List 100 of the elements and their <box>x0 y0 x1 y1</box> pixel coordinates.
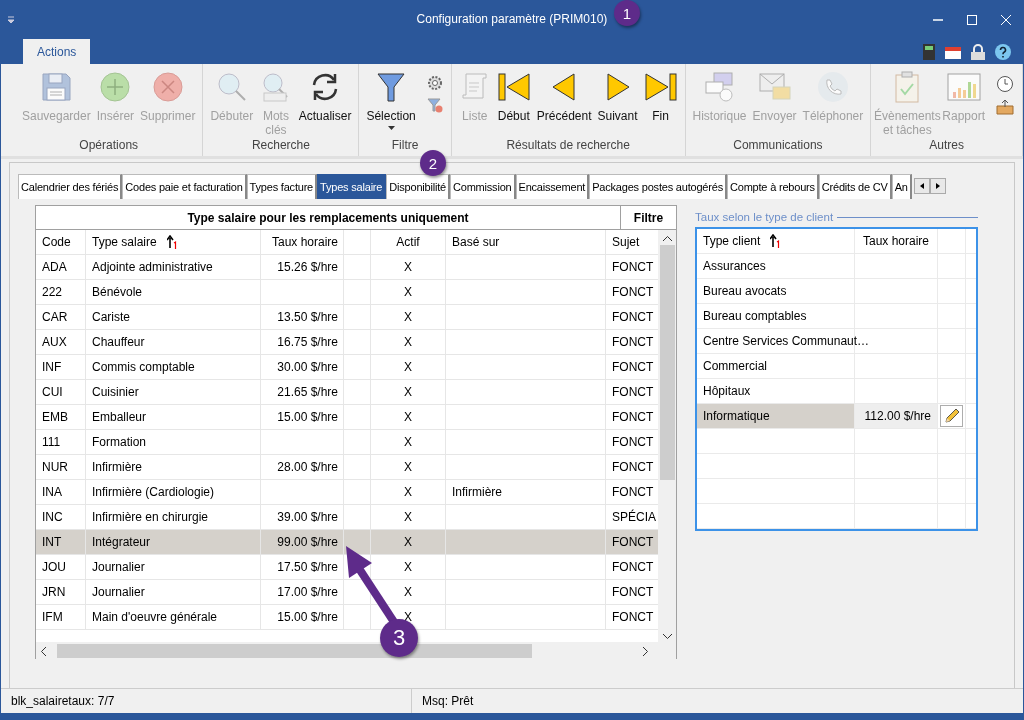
ribbon-button[interactable]: Précédent <box>533 71 595 123</box>
table-row[interactable]: IFM Main d'oeuvre générale 15.00 $/hre X FONCT <box>36 605 658 630</box>
quick-access-menu-icon[interactable] <box>7 16 15 24</box>
table-cell: FONCT <box>612 535 654 549</box>
column-header[interactable]: Code <box>36 230 86 254</box>
table-row[interactable]: ADA Adjointe administrative 15.26 $/hre X FONCT <box>36 255 658 280</box>
column-header[interactable]: Type salaire <box>86 230 261 254</box>
table-row[interactable]: CUI Cuisinier 21.65 $/hre X FONCT <box>36 380 658 405</box>
table-row[interactable]: Bureau avocats <box>697 279 976 304</box>
tab[interactable]: An <box>891 174 912 199</box>
table-cell: Formation <box>92 435 147 449</box>
tab[interactable]: Encaissement <box>515 174 590 199</box>
ribbon-button[interactable]: Actualiser <box>295 71 355 123</box>
table-row[interactable]: 111 Formation X FONCT <box>36 430 658 455</box>
table-row[interactable]: INT Intégrateur 99.00 $/hre X FONCT <box>36 530 658 555</box>
table-row[interactable]: Centre Services Communaut… <box>697 329 976 354</box>
table-cell: FONCT <box>612 410 654 424</box>
table-cell: FONCT <box>612 335 654 349</box>
tab[interactable]: Types salaire <box>317 174 387 199</box>
table-cell: FONCT <box>612 485 654 499</box>
table-cell: Emballeur <box>92 410 147 424</box>
tab[interactable]: Codes paie et facturation <box>122 174 247 199</box>
clock-icon[interactable] <box>996 75 1014 93</box>
window-title: Configuration paramètre (PRIM010) <box>416 12 608 26</box>
scroll-left-button[interactable] <box>913 178 930 194</box>
table-row[interactable]: EMB Emballeur 15.00 $/hre X FONCT <box>36 405 658 430</box>
tab[interactable]: Commission <box>450 174 516 199</box>
ribbon-tab[interactable]: Actions <box>23 39 91 64</box>
edit-button[interactable] <box>940 405 963 427</box>
tab[interactable]: Crédits de CV <box>818 174 892 199</box>
table-row[interactable]: Bureau comptables <box>697 304 976 329</box>
group-label: Opérations <box>79 138 139 154</box>
table-cell: ADA <box>42 260 67 274</box>
gear-icon[interactable] <box>426 75 443 91</box>
table-row[interactable]: INA Infirmière (Cardiologie) X Infirmière FONCT <box>36 480 658 505</box>
table-cell: X <box>404 435 412 449</box>
calculator-icon[interactable] <box>923 43 935 60</box>
close-icon <box>1001 15 1011 25</box>
scroll-up-icon[interactable] <box>662 236 672 241</box>
scroll-down-icon[interactable] <box>662 634 672 639</box>
table-row[interactable]: Hôpitaux <box>697 379 976 404</box>
scroll-left-icon[interactable] <box>41 646 46 656</box>
table-cell: INC <box>42 510 63 524</box>
table-cell: Infirmière (Cardiologie) <box>92 485 215 499</box>
table-cell: FONCT <box>612 260 654 274</box>
column-header[interactable]: Taux horaire <box>261 230 344 254</box>
table-cell: Main d'oeuvre générale <box>92 610 218 624</box>
ribbon-button[interactable]: Début <box>493 71 534 123</box>
padlock-icon[interactable] <box>971 43 985 60</box>
table-cell: Assurances <box>703 259 766 273</box>
table-row[interactable]: INC Infirmière en chirurgie 39.00 $/hre X SPÉCIA <box>36 505 658 530</box>
table-row[interactable]: Assurances <box>697 254 976 279</box>
tab[interactable]: Packages postes autogérés <box>589 174 727 199</box>
table-row[interactable]: 222 Bénévole X FONCT <box>36 280 658 305</box>
ribbon-button[interactable]: Suivant <box>594 71 641 123</box>
table-cell: SPÉCIA <box>612 510 656 524</box>
table-cell: Hôpitaux <box>703 384 751 398</box>
table-row[interactable]: Commercial <box>697 354 976 379</box>
tab[interactable]: Compte à rebours <box>726 174 819 199</box>
sort-ascending-icon <box>166 235 177 249</box>
column-header[interactable]: Basé sur <box>446 230 606 254</box>
funnel-icon <box>375 71 408 103</box>
table-cell: INA <box>42 485 62 499</box>
tab[interactable]: Types facture <box>246 174 318 199</box>
table-cell: AUX <box>42 335 67 349</box>
table-cell: X <box>404 285 412 299</box>
envelope-icon <box>757 71 792 103</box>
tab[interactable]: Disponibilité <box>386 174 450 199</box>
calendar-icon[interactable] <box>945 44 961 59</box>
column-header[interactable]: Taux horaire <box>855 229 938 253</box>
table-cell: Cariste <box>92 310 130 324</box>
vertical-scrollbar[interactable] <box>658 230 676 642</box>
table-row[interactable]: AUX Chauffeur 16.75 $/hre X FONCT <box>36 330 658 355</box>
minimize-icon <box>933 19 943 21</box>
table-cell: Journalier <box>92 585 145 599</box>
table-cell: X <box>404 335 412 349</box>
ribbon-button[interactable]: Sélection <box>363 71 419 130</box>
table-cell: X <box>404 535 412 549</box>
column-header[interactable]: Actif <box>371 230 446 254</box>
ribbon-button[interactable]: Fin <box>640 71 681 123</box>
table-cell: Commis comptable <box>92 360 195 374</box>
help-icon[interactable] <box>995 43 1011 60</box>
column-header[interactable]: Sujet <box>606 230 658 254</box>
tray-icon[interactable] <box>996 99 1014 115</box>
table-row[interactable]: INF Commis comptable 30.00 $/hre X FONCT <box>36 355 658 380</box>
maximize-icon <box>967 15 977 25</box>
table-row[interactable]: JRN Journalier 17.00 $/hre X FONCT <box>36 580 658 605</box>
table-cell: Intégrateur <box>92 535 151 549</box>
table-row[interactable]: JOU Journalier 17.50 $/hre X FONCT <box>36 555 658 580</box>
table-cell: FONCT <box>612 385 654 399</box>
table-cell: Chauffeur <box>92 335 145 349</box>
table-row[interactable]: NUR Infirmière 28.00 $/hre X FONCT <box>36 455 658 480</box>
group-label: Communications <box>733 138 823 154</box>
column-header[interactable]: Type client <box>697 229 855 253</box>
table-row[interactable]: CAR Cariste 13.50 $/hre X FONCT <box>36 305 658 330</box>
table-cell: 13.50 $/hre <box>277 310 338 324</box>
last-icon <box>643 71 678 103</box>
group-label: Filtre <box>391 138 419 154</box>
tab[interactable]: Calendrier des fériés <box>18 174 123 199</box>
scroll-right-icon[interactable] <box>643 646 648 656</box>
